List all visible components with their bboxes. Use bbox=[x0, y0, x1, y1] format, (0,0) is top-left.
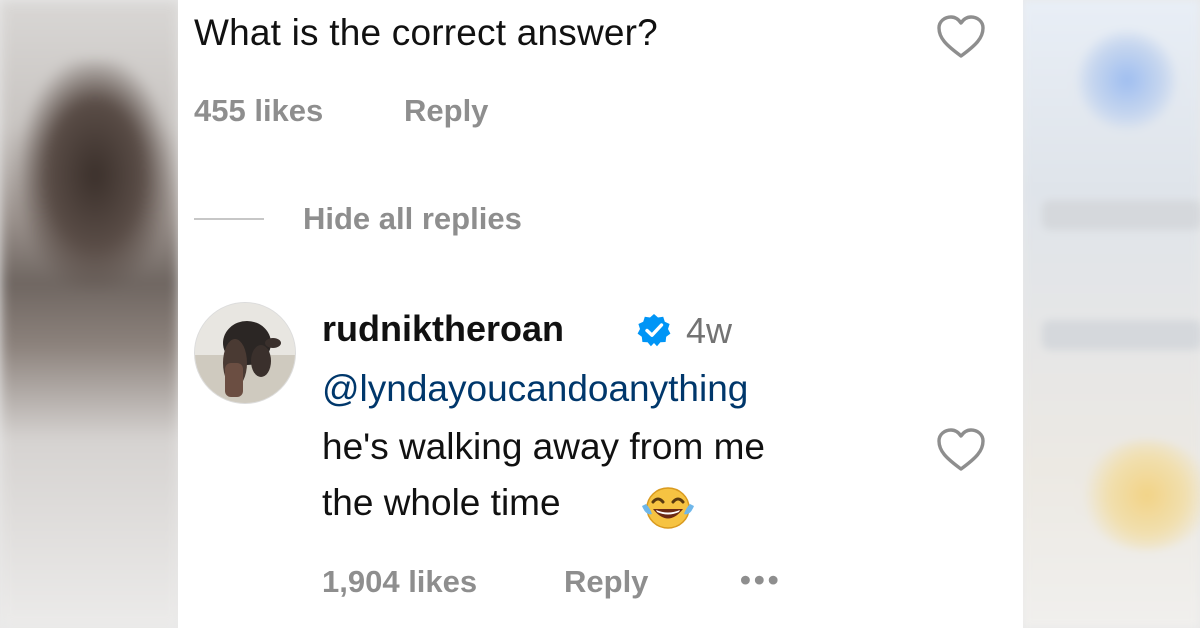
reply-reply-button[interactable]: Reply bbox=[564, 564, 648, 600]
blurred-background-left bbox=[0, 0, 180, 628]
avatar-image bbox=[195, 303, 295, 403]
blurred-bar bbox=[1042, 200, 1200, 230]
blurred-yellow-shape bbox=[1082, 440, 1200, 550]
heart-icon[interactable] bbox=[936, 427, 986, 473]
blurred-background-right bbox=[1022, 0, 1200, 628]
reply-timestamp: 4w bbox=[686, 310, 733, 351]
reply-text-line: he's walking away from me bbox=[322, 426, 766, 467]
blurred-bar bbox=[1042, 320, 1200, 350]
blurred-image-shape bbox=[20, 60, 170, 290]
more-options-button[interactable]: ••• bbox=[740, 562, 782, 598]
comments-panel: What is the correct answer? 455 likes Re… bbox=[178, 0, 1023, 628]
verified-badge-icon bbox=[637, 314, 671, 347]
parent-like-count[interactable]: 455 likes bbox=[194, 93, 323, 129]
avatar[interactable] bbox=[194, 302, 296, 404]
reply-mention-link[interactable]: @lyndayoucandoanything bbox=[322, 368, 748, 410]
parent-comment-text: What is the correct answer? bbox=[194, 12, 658, 53]
hide-replies-button[interactable]: Hide all replies bbox=[303, 201, 522, 237]
tears-of-joy-emoji-icon bbox=[642, 487, 694, 529]
heart-icon[interactable] bbox=[936, 14, 986, 60]
reply-username[interactable]: rudniktheroan bbox=[322, 308, 564, 350]
replies-divider-line bbox=[194, 218, 264, 220]
screenshot-stage: What is the correct answer? 455 likes Re… bbox=[0, 0, 1200, 628]
reply-text-line: the whole time bbox=[322, 482, 561, 523]
reply-like-count[interactable]: 1,904 likes bbox=[322, 564, 477, 600]
blurred-blue-shape bbox=[1077, 30, 1177, 130]
parent-reply-button[interactable]: Reply bbox=[404, 93, 488, 129]
